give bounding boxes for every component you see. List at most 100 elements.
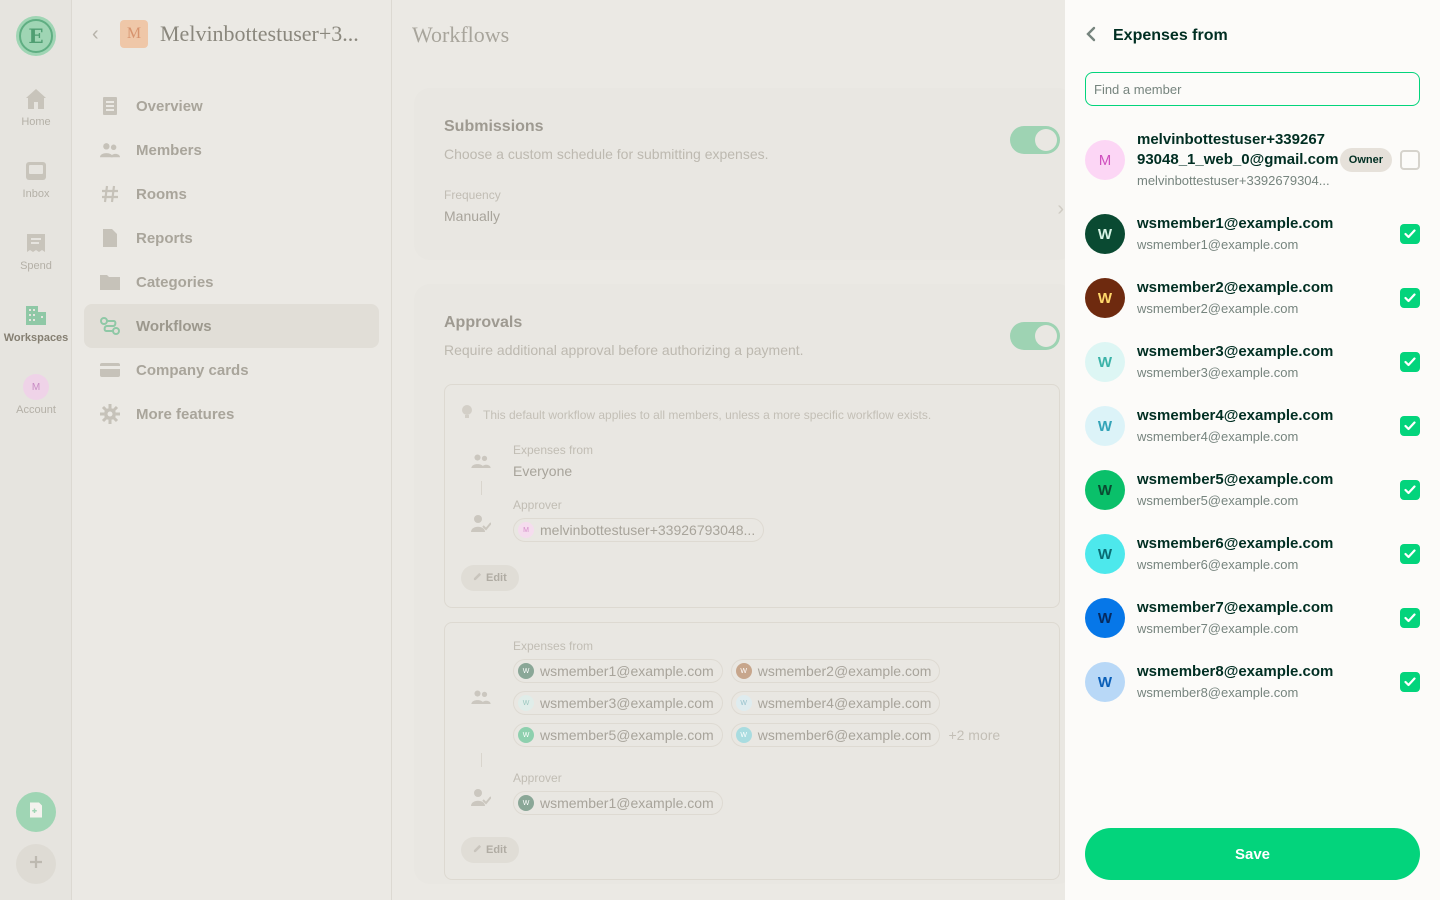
edit-default-workflow-button[interactable]: Edit bbox=[461, 565, 519, 591]
find-member-input[interactable] bbox=[1085, 72, 1420, 106]
member-email: wsmember8@example.com bbox=[1137, 685, 1299, 700]
member-chip: Wwsmember4@example.com bbox=[730, 691, 941, 715]
member-row[interactable]: Wwsmember5@example.com wsmember5@example.… bbox=[1085, 462, 1420, 518]
member-avatar: W bbox=[1085, 406, 1125, 446]
member-chip: Wwsmember6@example.com bbox=[730, 723, 941, 747]
menu-item-reports[interactable]: Reports bbox=[84, 216, 379, 260]
checkmark-icon bbox=[1404, 357, 1416, 367]
rail-label-inbox: Inbox bbox=[22, 188, 50, 200]
approvals-title: Approvals bbox=[444, 314, 523, 331]
menu-item-rooms[interactable]: Rooms bbox=[84, 172, 379, 216]
chip-avatar: W bbox=[518, 795, 534, 811]
menu-item-categories[interactable]: Categories bbox=[84, 260, 379, 304]
menu-item-workflows[interactable]: Workflows bbox=[84, 304, 379, 348]
member-name: wsmember8@example.com bbox=[1137, 663, 1334, 680]
back-chevron-icon[interactable]: ‹ bbox=[92, 23, 120, 46]
approver-chip: M melvinbottestuser+33926793048... bbox=[513, 518, 765, 542]
chip-avatar: W bbox=[735, 695, 752, 711]
menu-item-members[interactable]: Members bbox=[84, 128, 379, 172]
member-text: wsmember4@example.com wsmember4@example.c… bbox=[1137, 406, 1392, 446]
member-checkbox[interactable] bbox=[1400, 544, 1420, 564]
workflow2-expenses-from[interactable]: Expenses from bbox=[513, 639, 593, 653]
member-checkbox[interactable] bbox=[1400, 608, 1420, 628]
member-checkbox[interactable] bbox=[1400, 672, 1420, 692]
create-expense-button[interactable] bbox=[16, 792, 56, 832]
member-chip: Wwsmember2@example.com bbox=[730, 659, 941, 683]
more-members-count: +2 more bbox=[948, 727, 1001, 743]
rail-item-home[interactable]: Home bbox=[0, 86, 72, 128]
member-chip: Wwsmember1@example.com bbox=[513, 659, 723, 683]
member-row[interactable]: Wwsmember2@example.com wsmember2@example.… bbox=[1085, 270, 1420, 326]
default-expenses-from[interactable]: Expenses from Everyone bbox=[513, 443, 593, 479]
member-email: wsmember5@example.com bbox=[1137, 493, 1299, 508]
member-text: wsmember6@example.com wsmember6@example.c… bbox=[1137, 534, 1392, 574]
member-checkbox[interactable] bbox=[1400, 288, 1420, 308]
menu-label-company-cards: Company cards bbox=[136, 361, 249, 379]
global-create-button[interactable] bbox=[16, 844, 56, 884]
workflow2-approver-label: Approver bbox=[513, 771, 562, 785]
credit-card-icon bbox=[100, 360, 120, 380]
logo-letter: E bbox=[19, 19, 53, 53]
approvals-toggle[interactable] bbox=[1010, 322, 1060, 350]
rail-item-account[interactable]: M Account bbox=[0, 374, 72, 416]
member-email: wsmember2@example.com bbox=[1137, 301, 1299, 316]
expensify-logo[interactable]: E bbox=[16, 16, 56, 56]
chip-avatar: M bbox=[518, 522, 534, 538]
chevron-right-icon: › bbox=[1057, 198, 1064, 220]
rail-item-workspaces[interactable]: Workspaces bbox=[0, 302, 72, 344]
member-row[interactable]: Wwsmember6@example.com wsmember6@example.… bbox=[1085, 526, 1420, 582]
menu-label-overview: Overview bbox=[136, 97, 203, 115]
member-row[interactable]: Mmelvinbottestuser+339267 93048_1_web_0@… bbox=[1085, 128, 1420, 192]
rail-label-home: Home bbox=[21, 116, 51, 128]
member-name: wsmember3@example.com bbox=[1137, 343, 1334, 360]
member-avatar: M bbox=[1085, 140, 1125, 180]
rail-item-spend[interactable]: Spend bbox=[0, 230, 72, 272]
member-checkbox[interactable] bbox=[1400, 352, 1420, 372]
submissions-toggle[interactable] bbox=[1010, 126, 1060, 154]
frequency-row[interactable]: Frequency Manually › bbox=[444, 188, 1064, 238]
workflow2-approver[interactable]: Approver W wsmember1@example.com bbox=[513, 771, 723, 815]
plus-icon bbox=[27, 853, 45, 876]
member-row[interactable]: Wwsmember1@example.com wsmember1@example.… bbox=[1085, 206, 1420, 262]
member-email: wsmember3@example.com bbox=[1137, 365, 1299, 380]
edit-custom-workflow-button[interactable]: Edit bbox=[461, 837, 519, 863]
expenses-from-value: Everyone bbox=[513, 463, 573, 479]
member-row[interactable]: Wwsmember4@example.com wsmember4@example.… bbox=[1085, 398, 1420, 454]
default-approver[interactable]: Approver M melvinbottestuser+33926793048… bbox=[513, 498, 765, 542]
menu-item-more-features[interactable]: More features bbox=[84, 392, 379, 436]
rail-item-inbox[interactable]: Inbox bbox=[0, 158, 72, 200]
menu-item-company-cards[interactable]: Company cards bbox=[84, 348, 379, 392]
receipt-icon bbox=[23, 230, 49, 256]
workflow2-expenses-from-label: Expenses from bbox=[513, 639, 594, 653]
member-checkbox[interactable] bbox=[1400, 150, 1420, 170]
member-email: wsmember7@example.com bbox=[1137, 621, 1299, 636]
menu-item-overview[interactable]: Overview bbox=[84, 84, 379, 128]
back-chevron-icon[interactable] bbox=[1085, 25, 1113, 48]
member-checkbox[interactable] bbox=[1400, 480, 1420, 500]
connector-line bbox=[481, 753, 482, 767]
submissions-title: Submissions bbox=[444, 118, 544, 135]
users-icon bbox=[469, 685, 493, 709]
member-checkbox[interactable] bbox=[1400, 416, 1420, 436]
member-row[interactable]: Wwsmember3@example.com wsmember3@example.… bbox=[1085, 334, 1420, 390]
member-checkbox[interactable] bbox=[1400, 224, 1420, 244]
chip-avatar: W bbox=[518, 727, 534, 743]
workflow-icon bbox=[100, 316, 120, 336]
panel-title: Expenses from bbox=[1113, 27, 1228, 44]
member-row[interactable]: Wwsmember7@example.com wsmember7@example.… bbox=[1085, 590, 1420, 646]
save-button[interactable]: Save bbox=[1085, 828, 1420, 880]
connector-line bbox=[481, 481, 482, 495]
member-text: wsmember1@example.com wsmember1@example.c… bbox=[1137, 214, 1392, 254]
member-row[interactable]: Wwsmember8@example.com wsmember8@example.… bbox=[1085, 654, 1420, 710]
checkmark-icon bbox=[1404, 677, 1416, 687]
member-text: wsmember3@example.com wsmember3@example.c… bbox=[1137, 342, 1392, 382]
member-name: wsmember1@example.com bbox=[1137, 215, 1334, 232]
member-chip: Wwsmember3@example.com bbox=[513, 691, 723, 715]
default-workflow-box: This default workflow applies to all mem… bbox=[444, 384, 1060, 608]
workspace-sidebar: ‹ M Melvinbottestuser+3... Overview Memb… bbox=[72, 0, 392, 900]
default-note-text: This default workflow applies to all mem… bbox=[483, 407, 932, 422]
member-text: wsmember5@example.com wsmember5@example.c… bbox=[1137, 470, 1392, 510]
member-chip-text: wsmember1@example.com bbox=[540, 663, 714, 679]
default-note: This default workflow applies to all mem… bbox=[461, 405, 931, 424]
hashtag-icon bbox=[100, 184, 120, 204]
